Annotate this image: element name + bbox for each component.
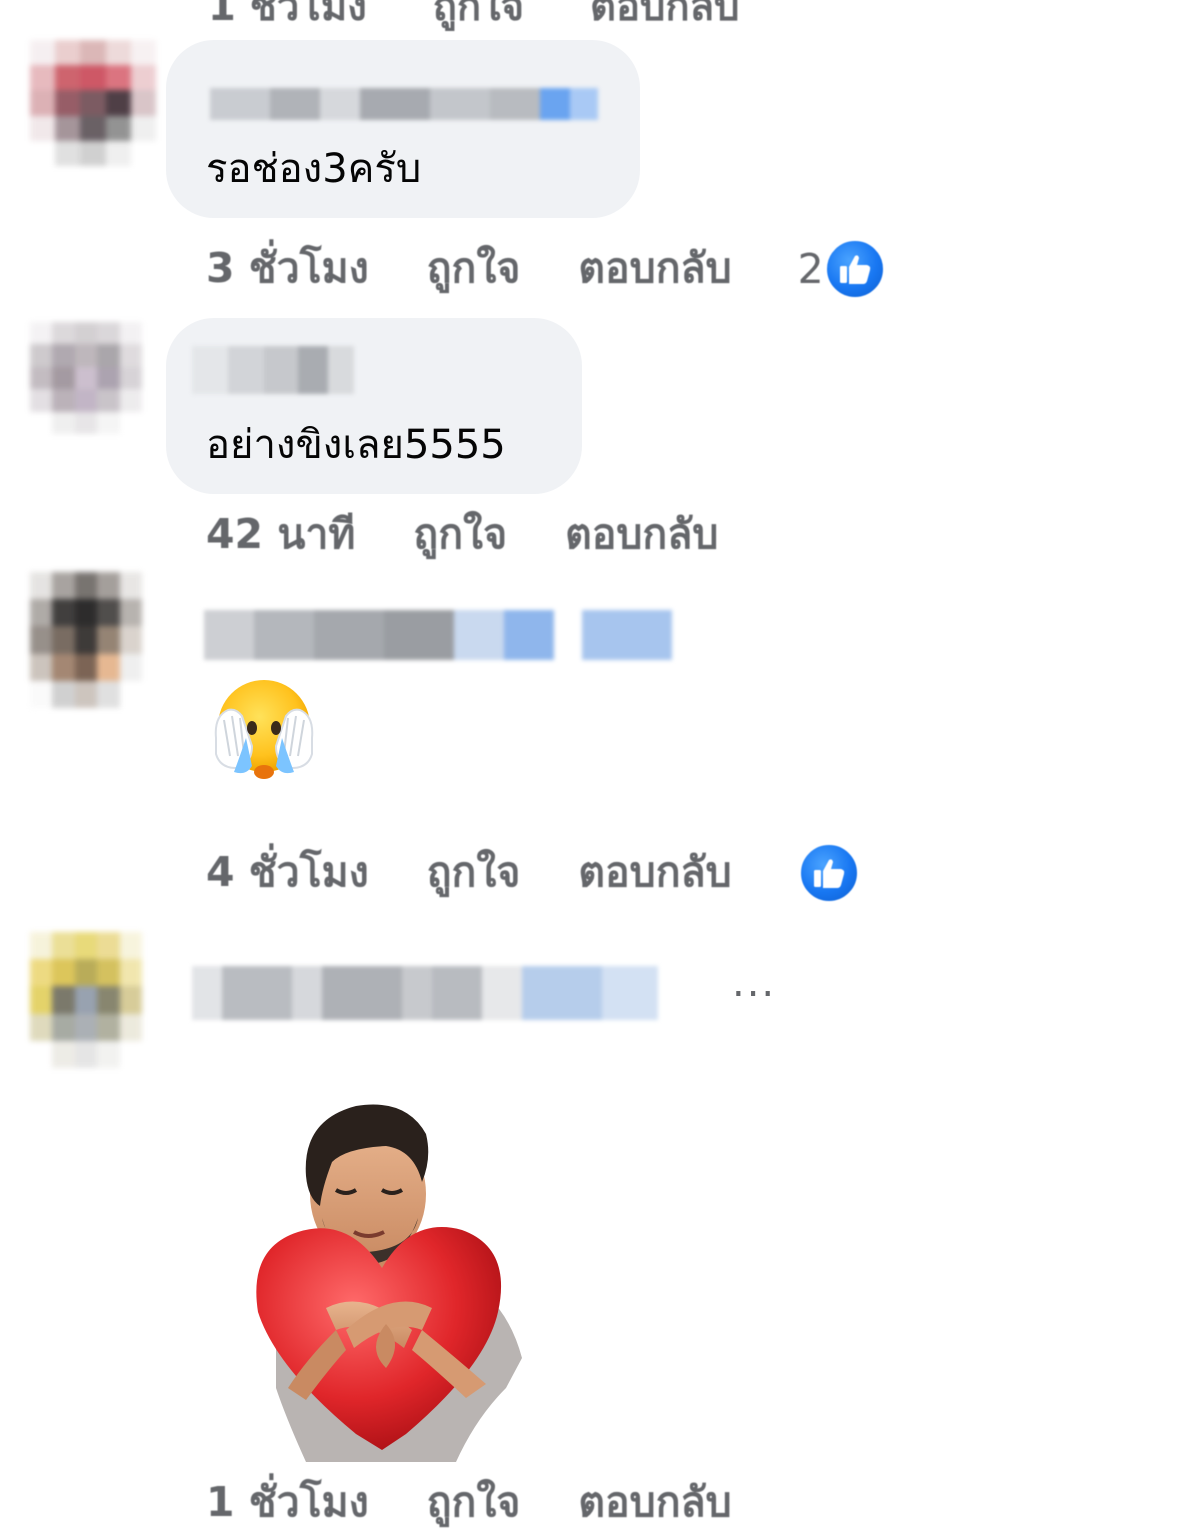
- like-button[interactable]: ถูกใจ: [433, 0, 524, 30]
- commenter-name-redacted[interactable]: [204, 610, 672, 660]
- commenter-name-redacted[interactable]: [210, 88, 598, 120]
- like-button[interactable]: ถูกใจ: [427, 840, 521, 905]
- reply-button[interactable]: ตอบกลับ: [578, 1470, 731, 1535]
- like-icon: [797, 841, 860, 904]
- comment-text: อย่างขิงเลย5555: [206, 422, 506, 468]
- comment-time: 1 ชั่วโมง: [208, 0, 367, 30]
- comment-actions: 42 นาที ถูกใจ ตอบกลับ: [206, 502, 784, 567]
- like-button[interactable]: ถูกใจ: [427, 236, 521, 301]
- more-options-button[interactable]: ...: [732, 960, 776, 1006]
- sticker-man-hugging-heart: [236, 1098, 528, 1462]
- comment-text: รอช่อง3ครับ: [206, 146, 422, 192]
- like-button[interactable]: ถูกใจ: [427, 1470, 521, 1535]
- avatar[interactable]: [30, 322, 142, 434]
- reply-button[interactable]: ตอบกลับ: [590, 0, 740, 30]
- reply-button[interactable]: ตอบกลับ: [578, 236, 731, 301]
- previous-comment-actions: 1 ชั่วโมง ถูกใจ ตอบกลับ: [208, 0, 792, 38]
- comment-time: 42 นาที: [206, 510, 356, 558]
- reaction-summary[interactable]: 2: [797, 237, 886, 300]
- reply-button[interactable]: ตอบกลับ: [578, 840, 731, 905]
- like-icon: [823, 237, 886, 300]
- commenter-name-redacted[interactable]: [192, 346, 354, 394]
- avatar[interactable]: [30, 572, 142, 708]
- comment-actions: 1 ชั่วโมง ถูกใจ ตอบกลับ: [206, 1470, 798, 1535]
- comment-actions: 3 ชั่วโมง ถูกใจ ตอบกลับ 2: [206, 236, 886, 301]
- comment-time: 4 ชั่วโมง: [206, 848, 369, 896]
- emoji-face-with-hands-over-eyes: [206, 676, 322, 786]
- reaction-summary[interactable]: [797, 841, 860, 904]
- avatar[interactable]: [30, 40, 156, 166]
- comment-time: 3 ชั่วโมง: [206, 244, 369, 292]
- avatar[interactable]: [30, 932, 142, 1068]
- commenter-name-redacted[interactable]: [192, 966, 658, 1020]
- like-button[interactable]: ถูกใจ: [413, 502, 507, 567]
- reaction-count: 2: [797, 244, 824, 293]
- reply-button[interactable]: ตอบกลับ: [565, 502, 718, 567]
- comment-time: 1 ชั่วโมง: [206, 1478, 369, 1526]
- comment-actions: 4 ชั่วโมง ถูกใจ ตอบกลับ: [206, 840, 860, 905]
